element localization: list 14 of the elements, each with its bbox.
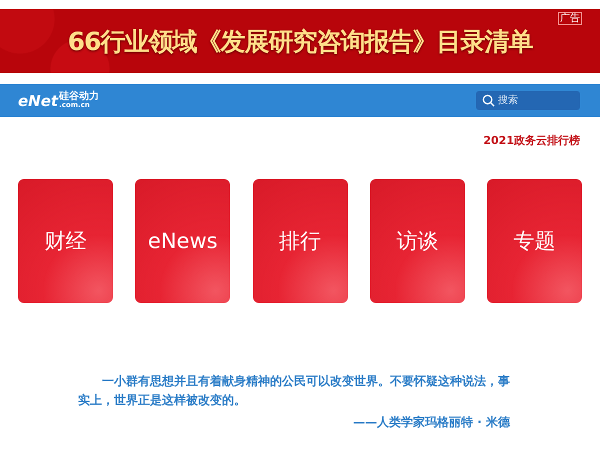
category-tile[interactable]: 排行 <box>252 179 348 303</box>
category-tile[interactable]: 财经 <box>18 179 113 303</box>
category-tile[interactable]: 访谈 <box>370 179 465 303</box>
category-tile[interactable]: eNews <box>135 179 230 303</box>
banner-title: 66行业领域《发展研究咨询报告》目录清单 <box>68 26 532 58</box>
quote-text: 一小群有思想并且有着献身精神的公民可以改变世界。不要怀疑这种说法，事实上，世界正是这样被改变的。 <box>78 373 510 409</box>
logo-text[interactable]: eNet <box>18 92 58 110</box>
search-field[interactable]: 搜索 <box>476 91 580 110</box>
ad-label: 广告 <box>558 12 582 25</box>
logo-text[interactable]: 硅谷动力 <box>59 92 100 102</box>
category-tile[interactable]: 专题 <box>487 179 582 303</box>
ranking-link[interactable]: 2021政务云排行榜 <box>483 133 580 148</box>
quote-author: ——人类学家玛格丽特 · 米德 <box>352 414 510 431</box>
ad-banner[interactable]: 66行业领域《发展研究咨询报告》目录清单 广告 <box>0 9 600 73</box>
